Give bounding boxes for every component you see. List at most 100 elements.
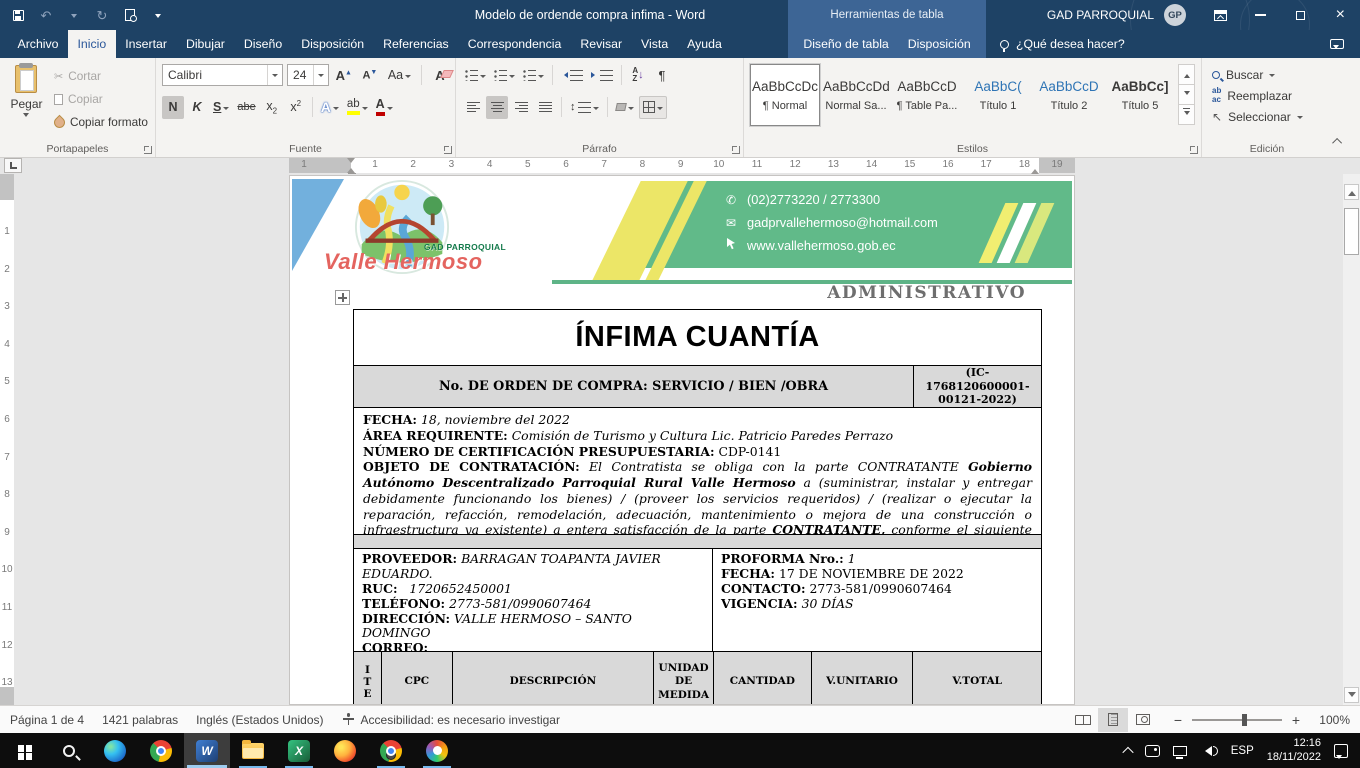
copy-button[interactable]: Copiar xyxy=(51,89,151,109)
zoom-in-button[interactable]: + xyxy=(1290,712,1302,728)
ribbon-tab-vista[interactable]: Vista xyxy=(632,30,678,58)
context-tab-diseno-de-tabla[interactable]: Diseño de tabla xyxy=(794,30,898,58)
chevron-down-icon[interactable] xyxy=(313,65,328,85)
volume-icon[interactable] xyxy=(1200,746,1218,756)
font-family-combo[interactable]: Calibri xyxy=(162,64,283,86)
avatar[interactable]: GP xyxy=(1164,4,1186,26)
format-painter-button[interactable]: Copiar formato xyxy=(51,112,151,132)
paragraph-dialog-launcher-icon[interactable] xyxy=(732,146,740,154)
zoom-out-button[interactable]: − xyxy=(1172,712,1184,728)
shading-button[interactable] xyxy=(613,96,637,119)
document-page[interactable]: ✆(02)2773220 / 2773300 ✉gadprvallehermos… xyxy=(289,175,1075,705)
paste-button[interactable]: Pegar xyxy=(6,62,47,136)
close-button[interactable]: × xyxy=(1320,0,1360,30)
numbered-list-button[interactable] xyxy=(491,64,518,87)
ribbon-display-options-icon[interactable] xyxy=(1200,0,1240,30)
style-item-titulo-2[interactable]: AaBbCcDTítulo 2 xyxy=(1034,64,1104,126)
style-item-titulo-5[interactable]: AaBbCc]Título 5 xyxy=(1105,64,1175,126)
taskbar-explorer-button[interactable] xyxy=(230,733,276,768)
language-indicator[interactable]: Inglés (Estados Unidos) xyxy=(196,713,323,727)
save-icon[interactable] xyxy=(10,6,26,24)
taskbar-firefox-button[interactable] xyxy=(322,733,368,768)
word-count[interactable]: 1421 palabras xyxy=(102,713,178,727)
print-preview-icon[interactable] xyxy=(122,6,138,24)
undo-dropdown-icon[interactable] xyxy=(66,6,82,24)
change-case-button[interactable]: Aa xyxy=(385,64,414,87)
taskbar-start-button[interactable] xyxy=(0,733,46,768)
clipboard-dialog-launcher-icon[interactable] xyxy=(144,146,152,154)
line-spacing-button[interactable]: ↕ xyxy=(567,96,602,119)
tray-expand-icon[interactable] xyxy=(1122,746,1133,757)
ribbon-tab-correspondencia[interactable]: Correspondencia xyxy=(458,30,571,58)
grow-font-button[interactable]: A▲ xyxy=(333,64,355,87)
styles-dialog-launcher-icon[interactable] xyxy=(1190,146,1198,154)
tell-me-box[interactable]: ¿Qué desea hacer? xyxy=(1000,30,1125,58)
italic-button[interactable]: K xyxy=(186,96,208,119)
taskbar-chrome-profile-button[interactable] xyxy=(368,733,414,768)
ribbon-tab-revisar[interactable]: Revisar xyxy=(571,30,632,58)
style-item-normal-sa[interactable]: AaBbCcDdENormal Sa... xyxy=(821,64,891,126)
style-item-normal[interactable]: AaBbCcDc¶ Normal xyxy=(750,64,820,126)
ribbon-tab-insertar[interactable]: Insertar xyxy=(116,30,177,58)
align-right-button[interactable] xyxy=(510,96,532,119)
customize-qat-icon[interactable] xyxy=(150,6,166,24)
right-indent-marker[interactable] xyxy=(1031,165,1039,174)
ribbon-tab-dibujar[interactable]: Dibujar xyxy=(176,30,234,58)
highlight-color-button[interactable]: ab xyxy=(344,96,371,119)
bullet-list-button[interactable] xyxy=(462,64,489,87)
horizontal-ruler[interactable]: 1 19 123456789101112131415161718 xyxy=(289,158,1075,173)
borders-button[interactable] xyxy=(639,96,667,119)
ribbon-tab-diseno[interactable]: Diseño xyxy=(234,30,291,58)
styles-more-button[interactable] xyxy=(1178,104,1195,125)
zoom-slider-thumb[interactable] xyxy=(1242,714,1247,726)
zoom-level[interactable]: 100% xyxy=(1314,713,1350,727)
sort-button[interactable]: AZ↓ xyxy=(627,64,649,87)
table-move-handle[interactable] xyxy=(335,290,350,305)
account-name[interactable]: GAD PARROQUIAL xyxy=(1047,8,1154,22)
vertical-ruler[interactable]: 12345678910111213 xyxy=(0,174,14,705)
accessibility-status[interactable]: Accesibilidad: es necesario investigar xyxy=(342,713,560,727)
increase-indent-button[interactable] xyxy=(588,64,616,87)
taskbar-excel-button[interactable]: X xyxy=(276,733,322,768)
taskbar-search-button[interactable] xyxy=(46,733,92,768)
tab-stop-selector[interactable] xyxy=(4,158,22,173)
comments-button[interactable] xyxy=(1330,30,1344,58)
cut-button[interactable]: ✂Cortar xyxy=(51,66,151,86)
capture-tool-icon[interactable] xyxy=(1145,745,1160,757)
clear-formatting-button[interactable]: A xyxy=(429,64,451,87)
redo-icon[interactable]: ↻ xyxy=(94,6,110,24)
font-color-button[interactable]: A xyxy=(373,96,396,119)
collapse-ribbon-button[interactable] xyxy=(1328,133,1348,149)
font-dialog-launcher-icon[interactable] xyxy=(444,146,452,154)
subscript-button[interactable]: x2 xyxy=(261,96,283,119)
strikethrough-button[interactable]: abe xyxy=(234,96,258,119)
clock[interactable]: 12:16 18/11/2022 xyxy=(1267,737,1321,765)
underline-button[interactable]: S xyxy=(210,96,232,119)
taskbar-chrome-button[interactable] xyxy=(138,733,184,768)
taskbar-word-button[interactable]: W xyxy=(184,733,230,768)
action-center-icon[interactable] xyxy=(1334,744,1348,758)
replace-button[interactable]: abacReemplazar xyxy=(1208,85,1328,106)
align-left-button[interactable] xyxy=(462,96,484,119)
restore-button[interactable] xyxy=(1280,0,1320,30)
undo-icon[interactable]: ↶ xyxy=(38,6,54,24)
superscript-button[interactable]: x2 xyxy=(285,96,307,119)
taskbar-edge-button[interactable] xyxy=(92,733,138,768)
select-button[interactable]: ↖Seleccionar xyxy=(1208,106,1328,127)
ribbon-tab-inicio[interactable]: Inicio xyxy=(68,30,116,58)
minimize-button[interactable] xyxy=(1240,0,1280,30)
find-button[interactable]: Buscar xyxy=(1208,64,1328,85)
style-item-table-pa[interactable]: AaBbCcD¶ Table Pa... xyxy=(892,64,962,126)
chevron-down-icon[interactable] xyxy=(267,65,282,85)
read-mode-button[interactable] xyxy=(1068,708,1098,732)
bold-button[interactable]: N xyxy=(162,96,184,119)
web-layout-button[interactable] xyxy=(1128,708,1158,732)
shrink-font-button[interactable]: A▼ xyxy=(359,64,381,87)
ribbon-tab-archivo[interactable]: Archivo xyxy=(8,30,68,58)
keyboard-language[interactable]: ESP xyxy=(1231,745,1254,757)
style-item-titulo-1[interactable]: AaBbC(Título 1 xyxy=(963,64,1033,126)
network-icon[interactable] xyxy=(1173,746,1187,756)
vertical-scrollbar[interactable] xyxy=(1343,174,1360,705)
page-indicator[interactable]: Página 1 de 4 xyxy=(10,713,84,727)
styles-scroll-up-button[interactable] xyxy=(1178,64,1195,85)
